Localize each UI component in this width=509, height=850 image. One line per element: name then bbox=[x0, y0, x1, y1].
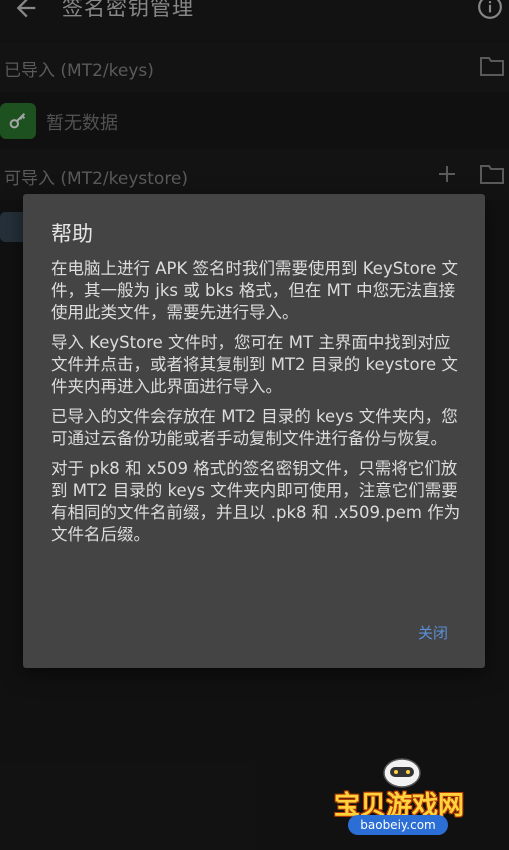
help-dialog: 帮助 在电脑上进行 APK 签名时我们需要使用到 KeyStore 文件，其一般… bbox=[23, 194, 485, 668]
mascot-icon bbox=[383, 758, 421, 788]
dialog-title: 帮助 bbox=[51, 222, 93, 246]
dialog-paragraph: 对于 pk8 和 x509 格式的签名密钥文件，只需将它们放到 MT2 目录的 … bbox=[51, 459, 461, 544]
dialog-paragraph: 已导入的文件会存放在 MT2 目录的 keys 文件夹内，您可通过云备份功能或者… bbox=[51, 407, 458, 448]
dialog-body: 在电脑上进行 APK 签名时我们需要使用到 KeyStore 文件，其一般为 j… bbox=[51, 258, 463, 554]
dialog-paragraph: 在电脑上进行 APK 签名时我们需要使用到 KeyStore 文件，其一般为 j… bbox=[51, 259, 459, 322]
close-button[interactable]: 关闭 bbox=[418, 622, 448, 643]
dialog-paragraph: 导入 KeyStore 文件时，您可在 MT 主界面中找到对应文件并点击，或者将… bbox=[51, 333, 458, 396]
watermark-logo: 宝贝游戏网 baobeiy.com bbox=[330, 755, 480, 845]
watermark-url: baobeiy.com bbox=[348, 815, 448, 835]
